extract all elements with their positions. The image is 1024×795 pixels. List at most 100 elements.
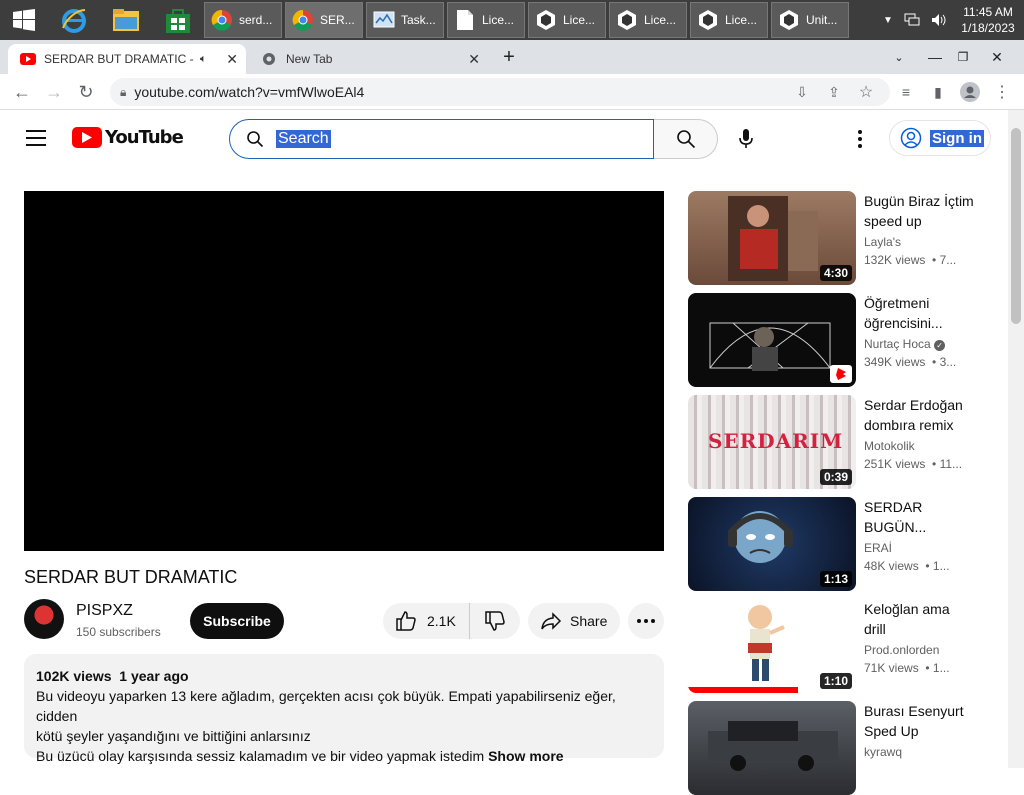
settings-kebab-icon[interactable] xyxy=(850,127,870,151)
voice-search-button[interactable] xyxy=(726,119,766,159)
video-thumbnail[interactable] xyxy=(688,701,856,795)
tab-new-tab[interactable]: New Tab ✕ xyxy=(250,44,488,74)
back-button[interactable]: ← xyxy=(10,80,34,104)
recommended-channel[interactable]: Layla's xyxy=(864,235,901,249)
recommended-title[interactable]: Serdar Erdoğan dombıra remix xyxy=(864,395,974,435)
clock[interactable]: 11:45 AM 1/18/2023 xyxy=(952,4,1024,36)
thumbs-down-icon xyxy=(485,611,505,631)
side-panel-icon[interactable]: ▮ xyxy=(926,80,950,104)
bookmark-star-icon[interactable]: ☆ xyxy=(854,80,878,104)
page-scrollbar[interactable] xyxy=(1008,110,1024,768)
profile-avatar[interactable] xyxy=(958,80,982,104)
more-actions-icon[interactable] xyxy=(628,603,664,639)
recommended-channel[interactable]: Nurtaç Hoca ✓ xyxy=(864,337,946,351)
recommended-title[interactable]: Burası Esenyurt Sped Up xyxy=(864,701,974,741)
video-player[interactable] xyxy=(24,191,664,551)
recommended-video[interactable]: Öğretmeni öğrencisini... Nurtaç Hoca ✓ 3… xyxy=(688,293,1008,387)
file-explorer-icon[interactable] xyxy=(100,0,152,40)
video-duration: 1:10 xyxy=(819,673,852,689)
taskbar-unity-license[interactable]: Lice... xyxy=(528,2,606,38)
recommended-channel[interactable]: Prod.onlorden xyxy=(864,643,939,657)
store-icon[interactable] xyxy=(152,0,204,40)
verified-badge-icon: ✓ xyxy=(934,340,946,351)
taskbar-chrome-window[interactable]: serd... xyxy=(204,2,282,38)
tab-search-chevron-icon[interactable]: ⌄ xyxy=(882,40,916,74)
recommended-title[interactable]: Keloğlan ama drill xyxy=(864,599,974,639)
network-icon[interactable] xyxy=(898,13,926,27)
chrome-icon xyxy=(211,9,233,31)
close-tab-icon[interactable]: ✕ xyxy=(468,51,480,68)
recommended-channel[interactable]: kyrawq xyxy=(864,745,902,759)
install-app-icon[interactable]: ⇩ xyxy=(790,80,814,104)
search-icon xyxy=(247,131,264,148)
reload-button[interactable]: ↻ xyxy=(74,80,98,104)
search-input[interactable]: Search xyxy=(229,119,654,159)
video-thumbnail[interactable] xyxy=(688,293,856,387)
recommended-video[interactable]: 4:30 Bugün Biraz İçtim speed up Layla's … xyxy=(688,191,1008,285)
video-thumbnail[interactable]: SERDARIM 0:39 xyxy=(688,395,856,489)
internet-explorer-icon[interactable] xyxy=(48,0,100,40)
windows-logo-icon xyxy=(13,9,35,31)
tab-youtube[interactable]: SERDAR BUT DRAMATIC - Yo 🔈︎ ✕ xyxy=(8,44,246,74)
recommended-channel[interactable]: Motokolik xyxy=(864,439,915,453)
forward-button[interactable]: → xyxy=(42,80,66,104)
taskbar-task-manager[interactable]: Task... xyxy=(366,2,444,38)
new-tab-button[interactable]: + xyxy=(492,40,526,74)
volume-icon[interactable] xyxy=(926,13,952,27)
subscriber-count: 150 subscribers xyxy=(76,625,161,639)
guide-menu-icon[interactable] xyxy=(26,130,46,151)
video-description[interactable]: 102K views 1 year ago Bu videoyu yaparke… xyxy=(24,654,664,764)
share-page-icon[interactable]: ⇪ xyxy=(822,80,846,104)
taskbar-unity-hub[interactable]: Unit... xyxy=(771,2,849,38)
browser-tab-strip: SERDAR BUT DRAMATIC - Yo 🔈︎ ✕ New Tab ✕ … xyxy=(0,40,1024,74)
chrome-menu-icon[interactable]: ⋮ xyxy=(990,80,1014,104)
channel-avatar[interactable] xyxy=(24,599,64,639)
dislike-button[interactable] xyxy=(470,603,520,639)
like-button[interactable]: 2.1K xyxy=(383,603,470,639)
search-button[interactable] xyxy=(654,119,718,159)
sign-in-button[interactable]: Sign in xyxy=(889,120,991,156)
scrollbar-thumb[interactable] xyxy=(1011,128,1021,324)
taskbar-unity-license[interactable]: Lice... xyxy=(690,2,768,38)
lock-icon[interactable]: 🔒︎ xyxy=(120,85,126,100)
youtube-logo[interactable]: YouTube xyxy=(72,127,184,148)
recommended-video[interactable]: 1:13 SERDAR BUGÜN... ERAİ 48K views • 1.… xyxy=(688,497,1008,591)
recommended-title[interactable]: SERDAR BUGÜN... xyxy=(864,497,974,537)
video-thumbnail[interactable]: 4:30 xyxy=(688,191,856,285)
taskbar-chrome-window[interactable]: SER... xyxy=(285,2,363,38)
recommended-views: 251K views • 11... xyxy=(864,457,963,471)
media-controls-icon[interactable]: ≡ xyxy=(894,80,918,104)
taskbar-unity-license[interactable]: Lice... xyxy=(609,2,687,38)
share-button[interactable]: Share xyxy=(528,603,620,639)
recommended-video[interactable]: SERDARIM 0:39 Serdar Erdoğan dombıra rem… xyxy=(688,395,1008,489)
windows-start-button[interactable] xyxy=(0,0,48,40)
recommended-views: 349K views • 3... xyxy=(864,355,957,369)
video-duration: 4:30 xyxy=(819,265,852,281)
recommended-channel[interactable]: ERAİ xyxy=(864,541,892,555)
restore-button[interactable]: ❐ xyxy=(946,40,980,74)
recommended-video[interactable]: Burası Esenyurt Sped Up kyrawq xyxy=(688,701,1008,795)
address-bar[interactable]: 🔒︎ youtube.com/watch?v=vmfWlwoEAl4 xyxy=(110,78,890,106)
windows-taskbar: serd... SER... Task... Lice... Lice... L… xyxy=(0,0,1024,40)
youtube-favicon-icon xyxy=(20,53,36,65)
recommended-video[interactable]: 1:10 Keloğlan ama drill Prod.onlorden 71… xyxy=(688,599,1008,693)
chrome-favicon-icon xyxy=(263,53,275,65)
view-count-and-date: 102K views 1 year ago xyxy=(36,668,189,684)
share-arrow-icon xyxy=(541,612,562,630)
tray-overflow-icon[interactable]: ▼ xyxy=(878,15,898,26)
taskbar-document[interactable]: Lice... xyxy=(447,2,525,38)
subscribe-button[interactable]: Subscribe xyxy=(190,603,284,639)
recommended-title[interactable]: Bugün Biraz İçtim speed up xyxy=(864,191,974,231)
close-tab-icon[interactable]: ✕ xyxy=(226,51,238,68)
account-icon xyxy=(900,127,922,149)
recommended-title[interactable]: Öğretmeni öğrencisini... xyxy=(864,293,974,333)
video-thumbnail[interactable]: 1:10 xyxy=(688,599,856,693)
audio-playing-icon[interactable]: 🔈︎ xyxy=(200,53,207,66)
thumbnail-overlay-text: SERDARIM xyxy=(708,429,844,453)
video-duration: 1:13 xyxy=(819,571,852,587)
video-duration: 0:39 xyxy=(819,469,852,485)
close-window-button[interactable]: ✕ xyxy=(980,40,1014,74)
video-thumbnail[interactable]: 1:13 xyxy=(688,497,856,591)
channel-name[interactable]: PISPXZ xyxy=(76,602,133,620)
show-more-link[interactable]: Show more xyxy=(488,748,563,764)
